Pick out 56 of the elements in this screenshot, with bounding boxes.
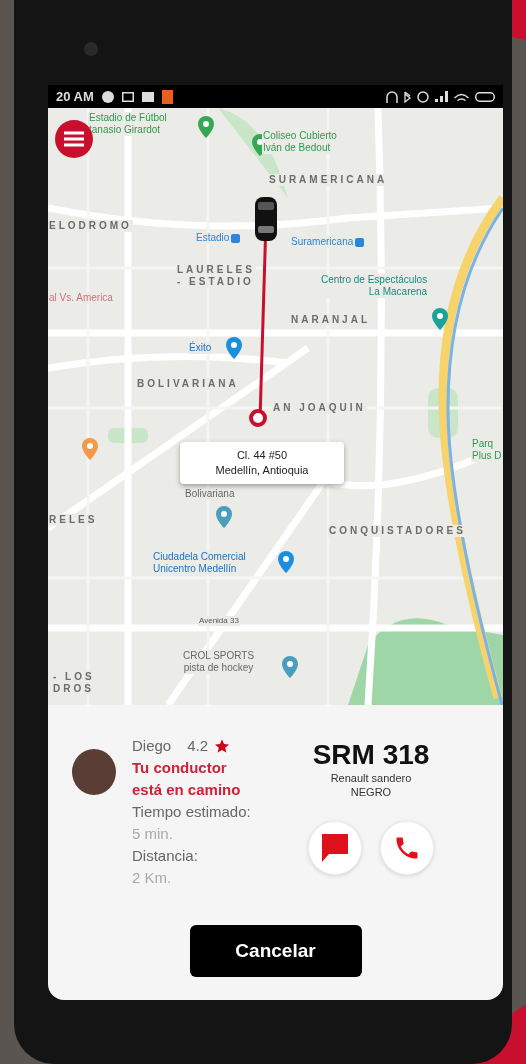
vehicle-model: Renault sandero bbox=[330, 771, 412, 785]
distance-value: 2 Km. bbox=[132, 868, 173, 888]
shop-label: Ciudadela Comercial Unicentro Medellín bbox=[152, 551, 247, 575]
map-pin-icon bbox=[82, 438, 98, 460]
status-time: 20 AM bbox=[56, 89, 94, 104]
place-label: CROL SPORTS pista de hockey bbox=[182, 650, 256, 674]
park-label: Estadio de Fútbol tanasio Girardot bbox=[88, 112, 168, 136]
map-pin-icon bbox=[226, 337, 242, 359]
map-pin-icon bbox=[432, 308, 448, 330]
destination-marker bbox=[248, 408, 268, 428]
distance-label: Distancia: bbox=[132, 846, 199, 866]
call-button[interactable] bbox=[380, 821, 434, 875]
bluetooth-icon bbox=[404, 90, 411, 103]
circle-notification-icon bbox=[101, 90, 114, 103]
district-label: AN JOAQUIN bbox=[272, 402, 367, 414]
driver-avatar bbox=[72, 749, 116, 795]
address-callout: Cl. 44 #50 Medellín, Antioquia bbox=[180, 442, 344, 484]
driver-rating: 4.2 bbox=[187, 736, 209, 756]
map-pin-icon bbox=[278, 551, 294, 573]
menu-icon bbox=[63, 131, 85, 147]
signal-icon bbox=[435, 91, 448, 102]
chat-button[interactable] bbox=[308, 821, 362, 875]
park-label: Coliseo Cubierto Iván de Bedout bbox=[262, 130, 338, 154]
chat-icon bbox=[321, 833, 349, 863]
park-label: Parq Plus D bbox=[471, 438, 503, 462]
station-label: Suramericana bbox=[290, 236, 366, 248]
venue-label: Centro de Espectáculos La Macarena bbox=[320, 274, 429, 298]
eta-value: 5 min. bbox=[132, 824, 174, 844]
battery-icon bbox=[475, 91, 495, 102]
driver-name: Diego bbox=[132, 736, 172, 756]
cancel-button[interactable]: Cancelar bbox=[189, 925, 362, 977]
map-pin-icon bbox=[216, 506, 232, 528]
map-pin-icon bbox=[198, 116, 214, 138]
image-icon bbox=[141, 91, 154, 102]
alarm-icon bbox=[417, 90, 429, 103]
headphones-icon bbox=[386, 90, 398, 103]
station-label: Estadio bbox=[195, 232, 242, 244]
eta-label: Tiempo estimado: bbox=[132, 802, 252, 822]
shop-label: Éxito bbox=[188, 342, 213, 354]
metro-icon bbox=[231, 233, 241, 243]
license-plate: SRM 318 bbox=[312, 739, 430, 771]
app-notification-icon bbox=[161, 89, 173, 104]
district-label: ELODROMO bbox=[48, 220, 133, 232]
map-pin-icon bbox=[282, 656, 298, 678]
mail-icon bbox=[121, 91, 134, 102]
place-label: Bolivariana bbox=[184, 488, 236, 500]
district-label: CONQUISTADORES bbox=[328, 525, 467, 537]
driver-status: Tu conductor está en camino bbox=[132, 758, 242, 800]
street-label: Avenida 33 bbox=[198, 616, 240, 626]
district-label: LAURELES - ESTADIO bbox=[176, 264, 256, 288]
wifi-icon bbox=[454, 92, 469, 101]
car-icon bbox=[253, 196, 279, 242]
vehicle-color: NEGRO bbox=[350, 785, 392, 799]
metro-icon bbox=[355, 237, 365, 247]
place-label: al Vs. America bbox=[48, 292, 114, 304]
star-icon bbox=[214, 738, 231, 754]
